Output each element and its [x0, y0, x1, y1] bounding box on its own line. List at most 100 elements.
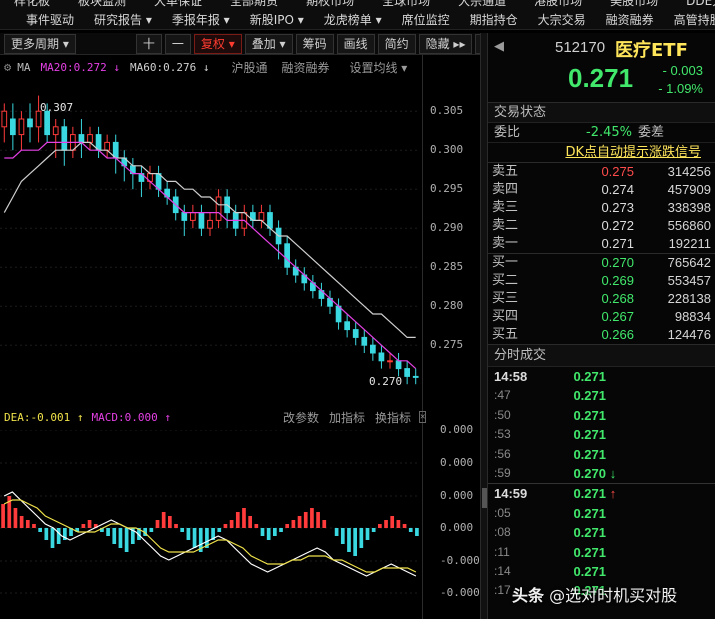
- candle-body: [181, 212, 188, 221]
- menu-item-row1-3[interactable]: 全部期货: [216, 0, 292, 9]
- ask-vol: 556860: [667, 218, 711, 233]
- price-axis-divider: [422, 55, 423, 619]
- gear-icon[interactable]: ⚙: [4, 60, 11, 74]
- tick-time: :56: [494, 446, 511, 461]
- bid-vol: 98834: [674, 309, 711, 324]
- adjust-dropdown[interactable]: 复权 ▾: [193, 33, 242, 54]
- ask-row[interactable]: 卖三 0.273 338398: [488, 199, 715, 217]
- macd-ytick: -0.000: [440, 554, 480, 567]
- bid-label: 买四: [492, 309, 519, 324]
- bid-row[interactable]: 买三 0.268 228138: [488, 290, 715, 308]
- ma-label: MA: [17, 60, 31, 74]
- tick-price: 0.271: [573, 486, 606, 502]
- menu-item-row2-9[interactable]: 高管持股: [664, 11, 715, 28]
- ask-price: 0.274: [601, 182, 634, 197]
- candle-body: [378, 352, 385, 362]
- ask-row[interactable]: 卖二 0.272 556860: [488, 217, 715, 235]
- macd-ytick: 0.000: [440, 423, 474, 436]
- candle-body: [387, 360, 393, 363]
- watermark-text: @选对时机买对股: [549, 586, 678, 605]
- price-change-pct: - 1.09%: [658, 81, 703, 96]
- tick-price: 0.271: [573, 427, 606, 443]
- menu-item-row2-0[interactable]: 事件驱动: [0, 11, 84, 28]
- candle-body: [215, 196, 222, 221]
- menu-item-row1-0[interactable]: 样化板: [0, 0, 64, 9]
- bid-price: 0.268: [601, 291, 634, 306]
- menu-item-row2-1[interactable]: 研究报告 ▾: [84, 11, 162, 28]
- menu-item-row1-7[interactable]: 港股市场: [520, 0, 596, 9]
- dk-signal-link[interactable]: DK点自动提示涨跌信号: [488, 143, 715, 163]
- menu-item-row1-5[interactable]: 全球市场: [368, 0, 444, 9]
- set-ma-dropdown[interactable]: 设置均线 ▾: [349, 59, 407, 76]
- bid-row[interactable]: 买一 0.270 765642: [488, 254, 715, 272]
- bid-row[interactable]: 买五 0.266 124476: [488, 326, 715, 344]
- menu-item-row2-8[interactable]: 融资融券: [596, 11, 664, 28]
- candle-body: [412, 375, 419, 378]
- overlay-dropdown[interactable]: 叠加 ▾: [244, 33, 293, 54]
- add-indicator-button[interactable]: 加指标: [329, 409, 365, 426]
- tick-time: 14:59: [494, 486, 528, 502]
- menu-item-row1-2[interactable]: 大单保证: [140, 0, 216, 9]
- tick-time: :53: [494, 427, 511, 442]
- menu-item-row1-9[interactable]: DDE大单: [672, 0, 715, 9]
- ask-row[interactable]: 卖五 0.275 314256: [488, 163, 715, 181]
- tick-list[interactable]: 14:58 0.271:47 0.271:50 0.271:53 0.271:56 0.2…: [488, 367, 715, 601]
- tick-price: 0.271: [573, 544, 606, 560]
- candle-body: [44, 110, 50, 136]
- order-ratio-row: 委比 -2.45% 委差: [488, 123, 715, 143]
- menu-item-row1-4[interactable]: 期权市场: [292, 0, 368, 9]
- hide-button[interactable]: 隐藏 ▸▸: [418, 33, 473, 54]
- tick-time: :14: [494, 563, 511, 578]
- candle-body: [267, 212, 273, 229]
- menu-item-row2-2[interactable]: 季报年报 ▾: [162, 11, 240, 28]
- macd-legend: DEA:-0.001 ↑ MACD:0.000 ↑ 改参数 加指标 换指标 ✕: [0, 408, 427, 426]
- menu-item-row2-7[interactable]: 大宗交易: [528, 11, 596, 28]
- splitter-grip-icon[interactable]: [482, 488, 487, 508]
- tab-hk-connect[interactable]: 沪股通: [231, 59, 267, 76]
- bid-row[interactable]: 买二 0.269 553457: [488, 272, 715, 290]
- panel-splitter[interactable]: [480, 33, 488, 619]
- bid-vol: 553457: [667, 273, 711, 288]
- kline-ytick: 0.275: [430, 338, 464, 352]
- menu-item-row2-3[interactable]: 新股IPO ▾: [240, 11, 314, 28]
- last-price: 0.271: [568, 63, 634, 93]
- menu-item-row1-1[interactable]: 板块监测: [64, 0, 140, 9]
- tick-price: 0.271: [573, 388, 606, 404]
- candle-body: [10, 118, 16, 136]
- ask-row[interactable]: 卖四 0.274 457909: [488, 181, 715, 199]
- bid-row[interactable]: 买四 0.267 98834: [488, 308, 715, 326]
- close-icon[interactable]: ✕: [419, 411, 427, 423]
- edit-params-button[interactable]: 改参数: [283, 409, 319, 426]
- arrow-up-icon: ↑: [609, 486, 617, 502]
- draw-line-button[interactable]: 画线: [336, 33, 375, 54]
- tick-arrow: [606, 406, 620, 425]
- tick-time: 14:58: [494, 369, 528, 384]
- macd-ytick: 0.000: [440, 521, 474, 534]
- watermark-brand: 头条: [512, 586, 545, 605]
- menu-item-row1-8[interactable]: 美股市场: [596, 0, 672, 9]
- menu-item-row2-4[interactable]: 龙虎榜单 ▾: [314, 11, 392, 28]
- candle-body: [370, 344, 376, 354]
- ask-vol: 192211: [668, 236, 711, 251]
- chips-button[interactable]: 筹码: [295, 33, 334, 54]
- macd-value: MACD:0.000 ↑: [91, 410, 171, 424]
- simple-mode-button[interactable]: 简约: [377, 33, 416, 54]
- zoom-out-button[interactable]: 一: [164, 33, 191, 54]
- switch-indicator-button[interactable]: 换指标: [375, 409, 411, 426]
- tick-price: 0.271: [573, 563, 606, 579]
- ask-row[interactable]: 卖一 0.271 192211: [488, 235, 715, 253]
- kline-chart[interactable]: [0, 80, 420, 392]
- ask-label: 卖四: [492, 182, 519, 197]
- macd-chart[interactable]: [0, 430, 420, 619]
- high-price-label: 0.307: [40, 101, 74, 114]
- menu-item-row2-6[interactable]: 期指持仓: [460, 11, 528, 28]
- ask-vol: 457909: [667, 182, 711, 197]
- period-dropdown[interactable]: 更多周期 ▾: [4, 33, 76, 54]
- zoom-in-button[interactable]: 十: [135, 33, 162, 54]
- tick-arrow: [606, 543, 620, 562]
- back-arrow-icon[interactable]: ◀: [494, 39, 504, 54]
- menu-item-row1-6[interactable]: 大宗通道: [444, 0, 520, 9]
- kline-ytick: 0.300: [430, 143, 464, 157]
- menu-item-row2-5[interactable]: 席位监控: [392, 11, 460, 28]
- tab-margin[interactable]: 融资融券: [281, 59, 329, 76]
